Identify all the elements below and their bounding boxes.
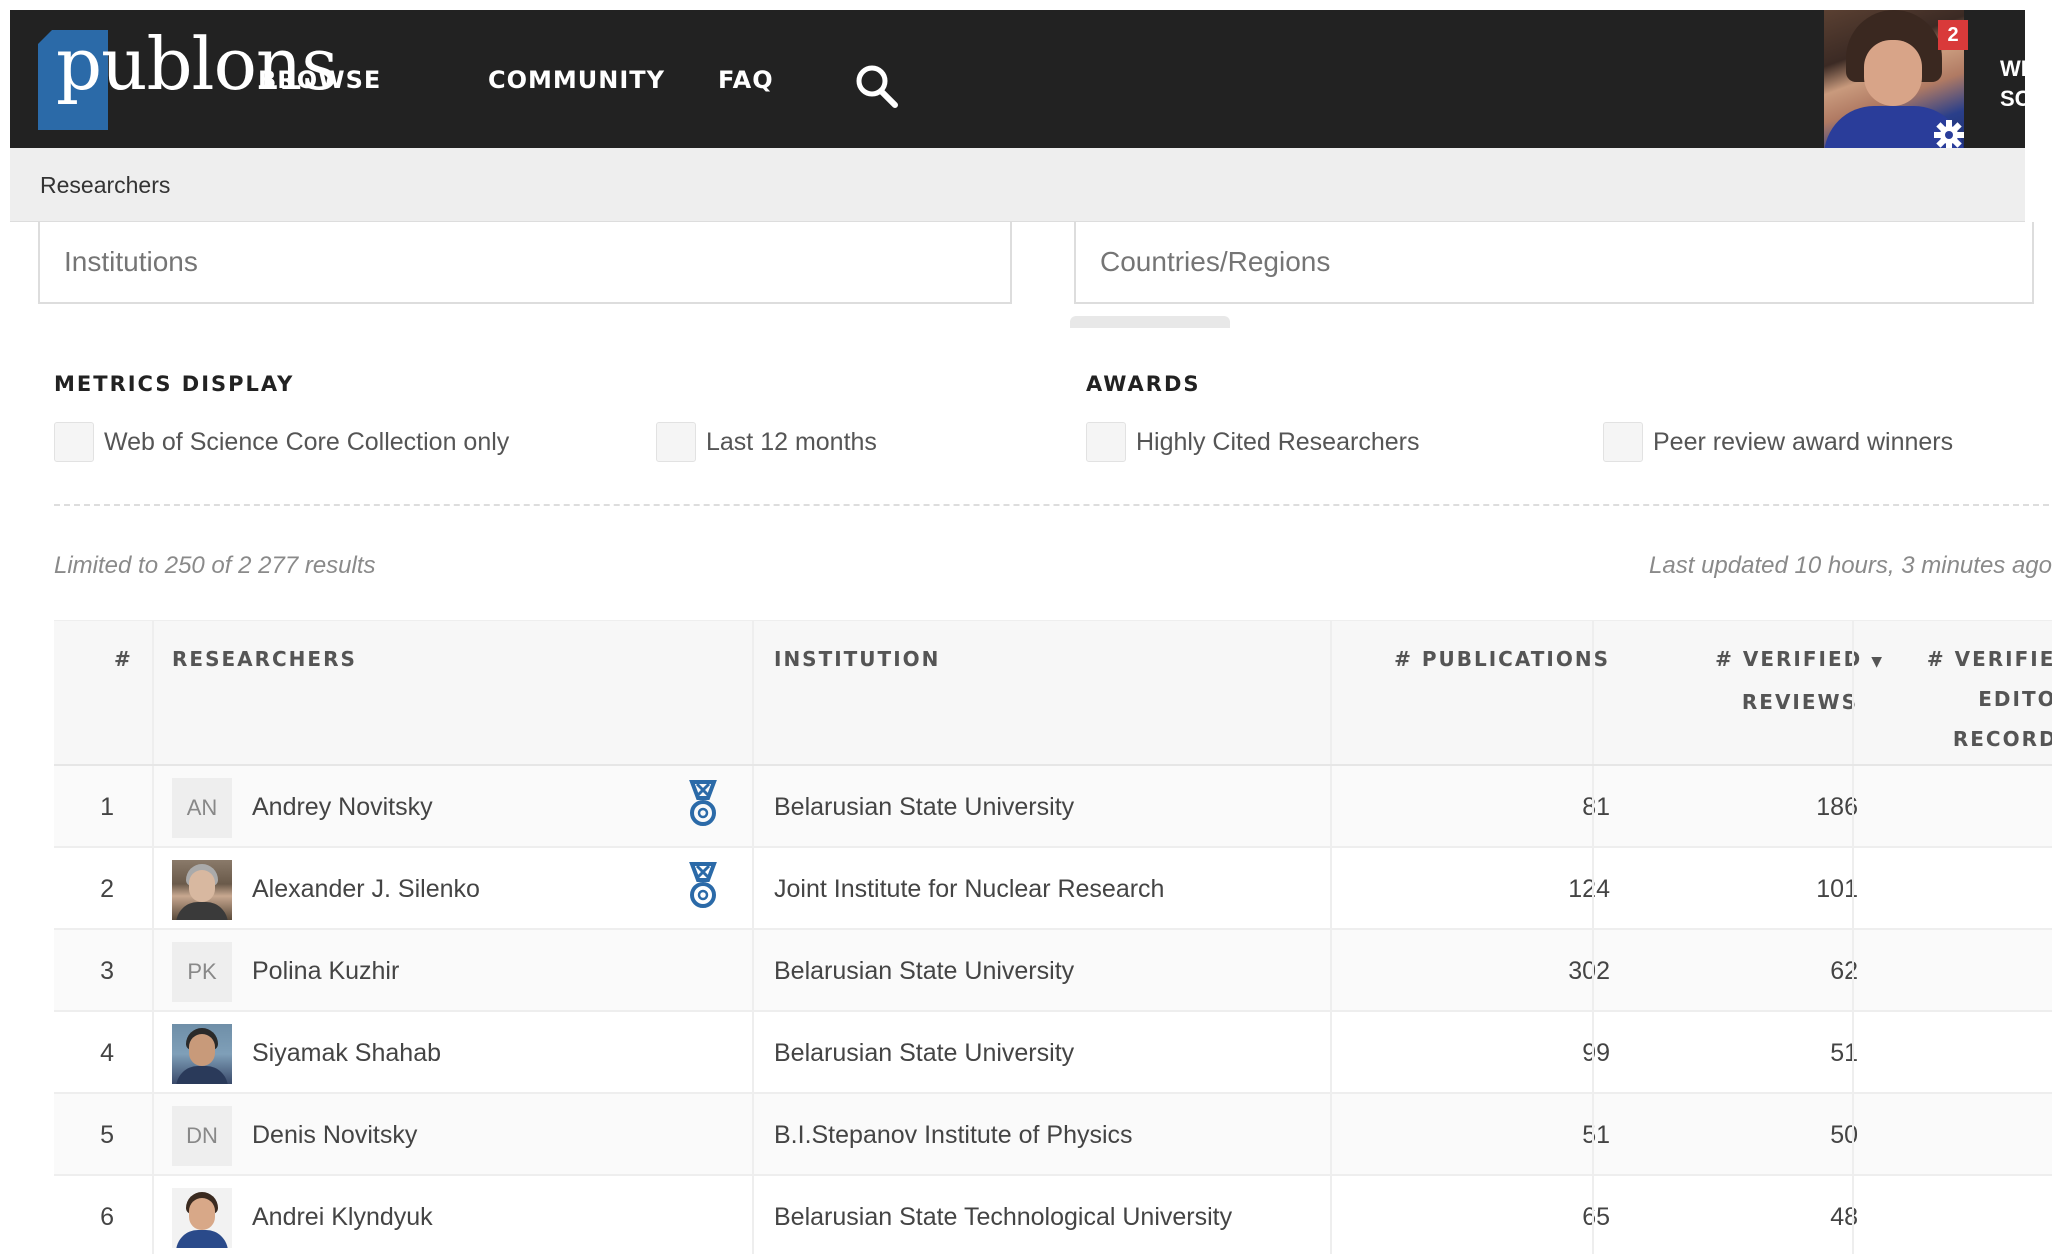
avatar[interactable]: AN [172, 778, 232, 838]
rank-cell: 4 [100, 1039, 114, 1067]
results-count: Limited to 250 of 2 277 results [54, 552, 376, 579]
table-row: 1 AN Andrey Novitsky Belarusian State Un… [54, 766, 2052, 848]
institution-cell[interactable]: Belarusian State Technological Universit… [774, 1176, 1232, 1254]
header-editor-line2: EDITOR [1978, 687, 2052, 711]
avatar[interactable] [172, 860, 232, 920]
researcher-name-link[interactable]: Andrey Novitsky [252, 766, 433, 848]
table-row: 5 DN Denis Novitsky B.I.Stepanov Institu… [54, 1094, 2052, 1176]
search-icon[interactable] [853, 62, 901, 110]
selected-country-tag[interactable] [1070, 316, 1230, 328]
publications-cell: 81 [1582, 793, 1610, 821]
publications-cell: 99 [1582, 1039, 1610, 1067]
user-name-line1: WE [2000, 56, 2036, 81]
header-editor-line3: RECORDS [1952, 727, 2052, 751]
countries-regions-input[interactable] [1074, 222, 2034, 304]
checkbox-peer-review-award[interactable]: Peer review award winners [1603, 422, 1953, 462]
header-verified-reviews-line2: REVIEWS [1741, 690, 1858, 714]
researcher-name-link[interactable]: Andrei Klyndyuk [252, 1176, 433, 1254]
verified-editor-records-cell: - [1894, 930, 2052, 1012]
table-row: 4 Siyamak Shahab Belarusian State Univer… [54, 1012, 2052, 1094]
institutions-input[interactable] [38, 222, 1012, 304]
award-medal-icon [689, 862, 717, 908]
checkbox-label: Last 12 months [706, 427, 877, 456]
verified-reviews-cell: 50 [1830, 1121, 1858, 1149]
header-publications[interactable]: # PUBLICATIONS [1354, 639, 1610, 679]
avatar[interactable] [172, 1024, 232, 1084]
award-medal-icon [689, 780, 717, 826]
breadcrumb-bar: Researchers [10, 148, 2025, 222]
gear-icon[interactable] [1932, 118, 1966, 152]
researchers-table: # RESEARCHERS INSTITUTION # PUBLICATIONS… [54, 620, 2052, 1254]
checkbox-box[interactable] [656, 422, 696, 462]
user-name[interactable]: WE SC [2000, 54, 2040, 114]
researcher-name-link[interactable]: Polina Kuzhir [252, 930, 399, 1012]
institution-cell[interactable]: Belarusian State University [774, 930, 1074, 1012]
nav-browse[interactable]: BROWSE [258, 66, 381, 94]
verified-reviews-cell: 186 [1816, 793, 1858, 821]
verified-editor-records-cell: - [1894, 848, 2052, 930]
rank-cell: 6 [100, 1203, 114, 1231]
table-row: 3 PK Polina Kuzhir Belarusian State Univ… [54, 930, 2052, 1012]
divider [54, 504, 2049, 506]
avatar[interactable]: PK [172, 942, 232, 1002]
avatar[interactable] [172, 1188, 232, 1248]
nav-faq[interactable]: FAQ [718, 66, 774, 94]
rank-cell: 5 [100, 1121, 114, 1149]
checkbox-last-12-months[interactable]: Last 12 months [656, 422, 877, 462]
table-header: # RESEARCHERS INSTITUTION # PUBLICATIONS… [54, 620, 2052, 766]
rank-cell: 1 [100, 793, 114, 821]
institution-cell[interactable]: Belarusian State University [774, 1012, 1074, 1094]
checkbox-box[interactable] [1603, 422, 1643, 462]
table-body: 1 AN Andrey Novitsky Belarusian State Un… [54, 766, 2052, 1254]
sort-desc-icon: ▼ [1871, 654, 1884, 670]
user-name-line2: SC [2000, 86, 2031, 111]
researcher-name-link[interactable]: Siyamak Shahab [252, 1012, 441, 1094]
header-institution[interactable]: INSTITUTION [774, 639, 940, 679]
verified-editor-records-cell: - [1894, 1012, 2052, 1094]
institution-cell[interactable]: B.I.Stepanov Institute of Physics [774, 1094, 1133, 1176]
top-nav-bar: publons BROWSE COMMUNITY FAQ 2 WE SC [10, 10, 2035, 150]
verified-editor-records-cell: - [1894, 766, 2052, 848]
verified-editor-records-cell: - [1894, 1094, 2052, 1176]
header-verified-editor-records[interactable]: # VERIFIED EDITOR RECORDS [1894, 639, 2052, 759]
verified-reviews-cell: 48 [1830, 1203, 1858, 1231]
checkbox-box[interactable] [54, 422, 94, 462]
researcher-name-link[interactable]: Denis Novitsky [252, 1094, 417, 1176]
header-verified-reviews[interactable]: # VERIFIED ▼ REVIEWS [1614, 639, 1884, 722]
header-rank: # [114, 647, 133, 671]
checkbox-label: Peer review award winners [1653, 427, 1954, 456]
last-updated: Last updated 10 hours, 3 minutes ago [1649, 552, 2052, 579]
verified-reviews-cell: 51 [1830, 1039, 1858, 1067]
checkbox-highly-cited[interactable]: Highly Cited Researchers [1086, 422, 1419, 462]
checkbox-wos-core[interactable]: Web of Science Core Collection only [54, 422, 509, 462]
avatar[interactable]: DN [172, 1106, 232, 1166]
metrics-display-heading: METRICS DISPLAY [54, 372, 295, 396]
table-row: 2 Alexander J. Silenko Joint Institute f… [54, 848, 2052, 930]
researcher-name-link[interactable]: Alexander J. Silenko [252, 848, 480, 930]
rank-cell: 2 [100, 875, 114, 903]
notification-badge[interactable]: 2 [1938, 20, 1968, 50]
checkbox-label: Web of Science Core Collection only [104, 427, 510, 456]
logo-notch [38, 28, 54, 44]
checkbox-label: Highly Cited Researchers [1136, 427, 1420, 456]
verified-reviews-cell: 62 [1830, 957, 1858, 985]
rank-cell: 3 [100, 957, 114, 985]
verified-editor-records-cell: - [1894, 1176, 2052, 1254]
breadcrumb-researchers[interactable]: Researchers [40, 172, 170, 199]
awards-heading: AWARDS [1086, 372, 1201, 396]
header-researchers[interactable]: RESEARCHERS [172, 639, 357, 679]
header-verified-reviews-line1: # VERIFIED [1715, 647, 1863, 671]
nav-community[interactable]: COMMUNITY [488, 66, 665, 94]
checkbox-box[interactable] [1086, 422, 1126, 462]
institution-cell[interactable]: Belarusian State University [774, 766, 1074, 848]
publications-cell: 65 [1582, 1203, 1610, 1231]
header-editor-line1: # VERIFIED [1926, 647, 2052, 671]
verified-reviews-cell: 101 [1816, 875, 1858, 903]
publications-cell: 302 [1568, 957, 1610, 985]
publications-cell: 124 [1568, 875, 1610, 903]
institution-cell[interactable]: Joint Institute for Nuclear Research [774, 848, 1164, 930]
table-row: 6 Andrei Klyndyuk Belarusian State Techn… [54, 1176, 2052, 1254]
publications-cell: 51 [1582, 1121, 1610, 1149]
